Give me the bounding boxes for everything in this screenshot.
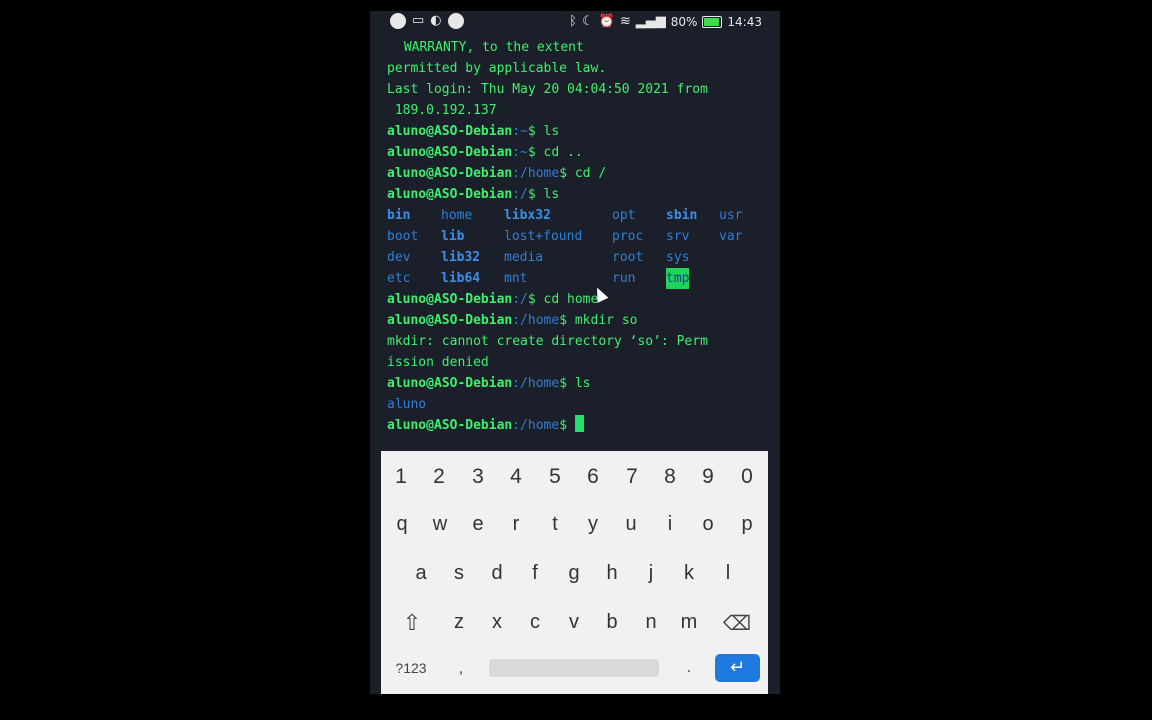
terminal-prompt-line: aluno@ASO-Debian:~$ cd .. (387, 145, 583, 160)
key-i[interactable]: i (651, 513, 689, 536)
key-p[interactable]: p (728, 513, 766, 536)
ls-entry: lib (441, 229, 465, 244)
key-1[interactable]: 1 (382, 465, 420, 489)
ls-entry: lib32 (441, 250, 481, 265)
key-d[interactable]: d (478, 562, 516, 585)
terminal-prompt-line[interactable]: aluno@ASO-Debian:/home$ (387, 415, 584, 436)
key-q[interactable]: q (383, 513, 421, 536)
key-a[interactable]: a (402, 562, 440, 585)
ls-entry-highlighted: tmp (666, 268, 690, 289)
ls-entry: home (441, 208, 473, 223)
moon-icon: ☾ (581, 14, 594, 29)
key-o[interactable]: o (689, 513, 727, 536)
battery-percent: 80% (670, 15, 698, 29)
whatsapp-icon (390, 13, 406, 29)
key-z[interactable]: z (440, 611, 478, 634)
cloud-icon (447, 13, 464, 29)
battery-icon (702, 16, 723, 28)
key-8[interactable]: 8 (651, 465, 689, 489)
key-9[interactable]: 9 (689, 465, 727, 489)
ls-entry: libx32 (504, 208, 551, 223)
key-0[interactable]: 0 (728, 465, 766, 489)
space-bar[interactable] (489, 659, 659, 677)
key-f[interactable]: f (516, 562, 554, 585)
soft-keyboard: 1 2 3 4 5 6 7 8 9 0 q w e r t y u i o p … (381, 451, 768, 694)
terminal-prompt-line: aluno@ASO-Debian:/home$ cd / (387, 166, 607, 181)
period-key[interactable]: . (679, 659, 699, 677)
photo-icon: ▭ (412, 13, 425, 28)
key-k[interactable]: k (670, 562, 708, 585)
ls-entry: bin (387, 208, 411, 223)
key-e[interactable]: e (459, 513, 497, 536)
ls-entry: lib64 (441, 271, 481, 286)
ls-entry: media (504, 250, 544, 265)
signal-icon: ▂▄▆ (635, 14, 666, 29)
key-w[interactable]: w (421, 513, 459, 536)
key-r[interactable]: r (497, 513, 535, 536)
enter-button[interactable]: ↵ (715, 654, 760, 682)
key-c[interactable]: c (516, 611, 554, 634)
ls-entry: root (612, 250, 644, 265)
key-x[interactable]: x (478, 611, 516, 634)
key-h[interactable]: h (593, 562, 631, 585)
terminal-line: Last login: Thu May 20 04:04:50 2021 fro… (387, 82, 708, 97)
key-m[interactable]: m (670, 611, 708, 634)
ls-entry: opt (612, 208, 636, 223)
key-6[interactable]: 6 (574, 465, 612, 489)
key-t[interactable]: t (536, 513, 574, 536)
ls-entry: etc (387, 271, 411, 286)
text-cursor (574, 415, 584, 432)
terminal-prompt-line: aluno@ASO-Debian:/home$ mkdir so (387, 313, 638, 328)
clock: 14:43 (727, 15, 762, 29)
key-n[interactable]: n (632, 611, 670, 634)
alarm-icon: ⏰ (598, 14, 615, 29)
ls-entry: boot (387, 229, 419, 244)
shift-icon[interactable]: ⇧ (395, 610, 429, 636)
key-y[interactable]: y (574, 513, 612, 536)
ls-entry: proc (612, 229, 644, 244)
backspace-icon[interactable]: ⌫ (717, 611, 757, 636)
comma-key[interactable]: , (451, 660, 471, 678)
terminal-output[interactable]: WARRANTY, to the extent permitted by app… (370, 37, 780, 453)
ls-entry: usr (719, 208, 743, 223)
key-l[interactable]: l (709, 562, 747, 585)
key-7[interactable]: 7 (613, 465, 651, 489)
key-4[interactable]: 4 (497, 465, 535, 489)
wifi-icon: ≋ (619, 14, 631, 29)
ls-entry: lost+found (504, 229, 583, 244)
terminal-error-line: ission denied (387, 355, 489, 370)
terminal-line: WARRANTY, to the extent (396, 40, 584, 55)
terminal-prompt-line: aluno@ASO-Debian:/$ ls (387, 187, 560, 202)
key-u[interactable]: u (612, 513, 650, 536)
ls-entry: dev (387, 250, 411, 265)
ls-entry: var (719, 229, 743, 244)
key-5[interactable]: 5 (536, 465, 574, 489)
ls-entry: sys (666, 250, 690, 265)
enter-icon: ↵ (729, 657, 746, 678)
key-3[interactable]: 3 (459, 465, 497, 489)
key-2[interactable]: 2 (420, 465, 458, 489)
terminal-line: 189.0.192.137 (387, 103, 497, 118)
terminal-prompt-line: aluno@ASO-Debian:/home$ ls (387, 376, 591, 391)
terminal-prompt-line: aluno@ASO-Debian:/$ cd home (387, 292, 599, 307)
terminal-line: permitted by applicable law. (387, 61, 607, 76)
ls-entry: srv (666, 229, 690, 244)
status-bar: ▭ ◐ ᛒ ☾ ⏰ ≋ ▂▄▆ 80% 14:43 (370, 11, 780, 33)
key-v[interactable]: v (555, 611, 593, 634)
terminal-error-line: mkdir: cannot create directory ‘so’: Per… (387, 334, 708, 349)
key-b[interactable]: b (593, 611, 631, 634)
terminal-line: aluno (387, 397, 427, 412)
bluetooth-icon: ᛒ (569, 14, 577, 29)
terminal-prompt-line: aluno@ASO-Debian:~$ ls (387, 124, 560, 139)
key-j[interactable]: j (632, 562, 670, 585)
symbols-key[interactable]: ?123 (389, 660, 433, 676)
ls-entry: sbin (666, 208, 698, 223)
key-g[interactable]: g (555, 562, 593, 585)
phone-screen: ▭ ◐ ᛒ ☾ ⏰ ≋ ▂▄▆ 80% 14:43 WARRANTY, to t… (370, 11, 780, 694)
ls-entry: run (612, 271, 636, 286)
ls-entry: mnt (504, 271, 528, 286)
key-s[interactable]: s (440, 562, 478, 585)
messenger-icon: ◐ (430, 13, 442, 28)
